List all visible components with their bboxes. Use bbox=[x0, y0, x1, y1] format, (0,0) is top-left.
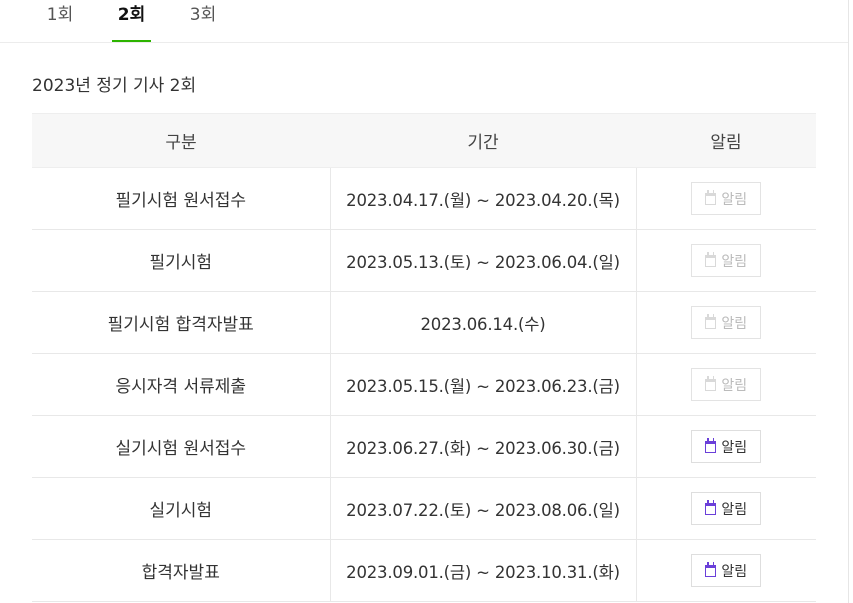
schedule-period-cell: 2023.09.01.(금) ~ 2023.10.31.(화) bbox=[329, 539, 636, 602]
table-row: 합격자발표 2023.09.01.(금) ~ 2023.10.31.(화) 알림 bbox=[32, 539, 816, 602]
schedule-type: 합격자발표 bbox=[32, 539, 330, 602]
schedule-type: 응시자격 서류제출 bbox=[32, 353, 330, 416]
alarm-label: 알림 bbox=[721, 501, 748, 518]
header-alarm: 알림 bbox=[636, 113, 816, 168]
schedule-table: 구분 기간 알림 필기시험 원서접수 2023.04.17.(월) ~ 2023.… bbox=[32, 113, 816, 602]
calendar-icon bbox=[705, 375, 717, 391]
table-row: 실기시험 2023.07.22.(토) ~ 2023.08.06.(일) 알림 bbox=[32, 477, 816, 540]
alarm-cell: 알림 bbox=[635, 353, 816, 416]
alarm-cell: 알림 bbox=[635, 415, 816, 478]
schedule-period-cell: 2023.06.27.(화) ~ 2023.06.30.(금) bbox=[329, 415, 636, 478]
alarm-label: 알림 bbox=[721, 377, 748, 394]
tab-round-3[interactable]: 3회 bbox=[186, 0, 220, 42]
alarm-cell: 알림 bbox=[635, 539, 816, 602]
schedule-period-cell: 2023.05.15.(월) ~ 2023.06.23.(금) bbox=[329, 353, 636, 416]
schedule-period: 2023.06.14.(수) bbox=[420, 314, 546, 334]
schedule-period-cell: 2023.07.22.(토) ~ 2023.08.06.(일) bbox=[329, 477, 636, 540]
schedule-type: 필기시험 합격자발표 bbox=[32, 291, 330, 354]
calendar-icon bbox=[705, 499, 717, 515]
tab-round-2[interactable]: 2회 bbox=[112, 0, 151, 42]
schedule-type: 필기시험 bbox=[32, 229, 330, 292]
schedule-period: 2023.04.17.(월) ~ 2023.04.20.(목) bbox=[346, 190, 620, 210]
section-title: 2023년 정기 기사 2회 bbox=[32, 76, 197, 96]
schedule-period-cell: 2023.05.13.(토) ~ 2023.06.04.(일) bbox=[329, 229, 636, 292]
table-row: 필기시험 2023.05.13.(토) ~ 2023.06.04.(일) 알림 bbox=[32, 229, 816, 292]
schedule-period: 2023.06.27.(화) ~ 2023.06.30.(금) bbox=[346, 438, 620, 458]
active-tab-indicator bbox=[112, 40, 151, 42]
alarm-button[interactable]: 알림 bbox=[691, 368, 762, 401]
alarm-label: 알림 bbox=[721, 439, 748, 456]
alarm-button[interactable]: 알림 bbox=[691, 244, 762, 277]
alarm-label: 알림 bbox=[721, 191, 748, 208]
alarm-cell: 알림 bbox=[635, 229, 816, 292]
round-tabs: 1회 2회 3회 bbox=[0, 0, 848, 43]
exam-schedule-page: 1회 2회 3회 2023년 정기 기사 2회 구분 기간 알림 필기시험 원서… bbox=[0, 0, 853, 603]
calendar-icon bbox=[705, 313, 717, 329]
tab-label: 3회 bbox=[189, 5, 217, 25]
alarm-button[interactable]: 알림 bbox=[691, 430, 762, 463]
alarm-label: 알림 bbox=[721, 315, 748, 332]
header-type: 구분 bbox=[32, 113, 330, 168]
schedule-period: 2023.07.22.(토) ~ 2023.08.06.(일) bbox=[346, 500, 620, 520]
calendar-icon bbox=[705, 189, 717, 205]
tab-label: 2회 bbox=[117, 5, 146, 25]
alarm-button[interactable]: 알림 bbox=[691, 182, 762, 215]
right-divider bbox=[848, 0, 849, 603]
table-row: 필기시험 합격자발표 2023.06.14.(수) 알림 bbox=[32, 291, 816, 354]
calendar-icon bbox=[705, 561, 717, 577]
table-row: 필기시험 원서접수 2023.04.17.(월) ~ 2023.04.20.(목)… bbox=[32, 167, 816, 230]
schedule-type: 실기시험 원서접수 bbox=[32, 415, 330, 478]
alarm-cell: 알림 bbox=[635, 291, 816, 354]
alarm-cell: 알림 bbox=[635, 477, 816, 540]
alarm-button[interactable]: 알림 bbox=[691, 554, 762, 587]
schedule-period-cell: 2023.04.17.(월) ~ 2023.04.20.(목) bbox=[329, 167, 636, 230]
table-header-row: 구분 기간 알림 bbox=[32, 113, 816, 168]
alarm-label: 알림 bbox=[721, 563, 748, 580]
header-period: 기간 bbox=[330, 113, 636, 168]
schedule-period: 2023.05.15.(월) ~ 2023.06.23.(금) bbox=[346, 376, 620, 396]
calendar-icon bbox=[705, 437, 717, 453]
tab-label: 1회 bbox=[46, 5, 74, 25]
table-row: 실기시험 원서접수 2023.06.27.(화) ~ 2023.06.30.(금)… bbox=[32, 415, 816, 478]
schedule-period-cell: 2023.06.14.(수) bbox=[329, 291, 636, 354]
calendar-icon bbox=[705, 251, 717, 267]
alarm-label: 알림 bbox=[721, 253, 748, 270]
schedule-type: 실기시험 bbox=[32, 477, 330, 540]
schedule-period: 2023.05.13.(토) ~ 2023.06.04.(일) bbox=[346, 252, 620, 272]
alarm-cell: 알림 bbox=[635, 167, 816, 230]
alarm-button[interactable]: 알림 bbox=[691, 492, 762, 525]
schedule-type: 필기시험 원서접수 bbox=[32, 167, 330, 230]
schedule-period: 2023.09.01.(금) ~ 2023.10.31.(화) bbox=[346, 562, 620, 582]
tab-round-1[interactable]: 1회 bbox=[44, 0, 76, 42]
table-row: 응시자격 서류제출 2023.05.15.(월) ~ 2023.06.23.(금)… bbox=[32, 353, 816, 416]
alarm-button[interactable]: 알림 bbox=[691, 306, 762, 339]
